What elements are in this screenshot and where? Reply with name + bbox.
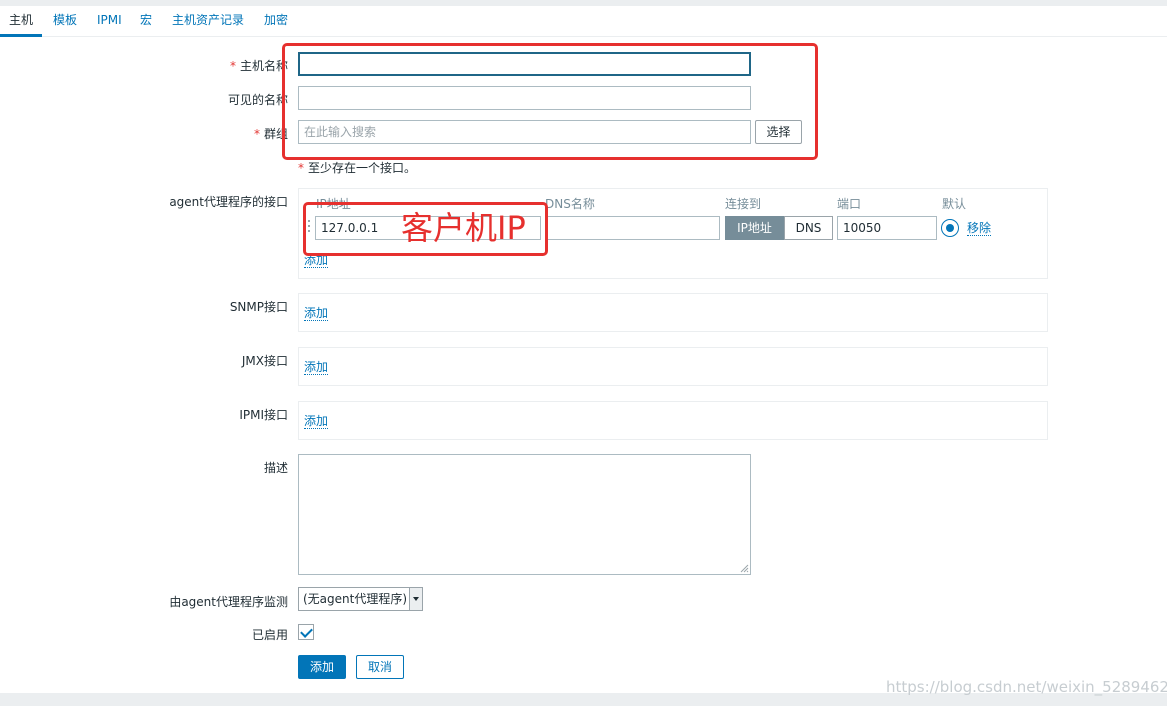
dropdown-arrow-icon bbox=[409, 588, 422, 610]
host-name-label: * 主机名称 bbox=[229, 59, 288, 73]
tab-bar: 主机 模板 IPMI 宏 主机资产记录 加密 bbox=[0, 6, 1167, 37]
tab-templates[interactable]: 模板 bbox=[53, 6, 77, 37]
add-jmx-interface-link[interactable]: 添加 bbox=[304, 360, 329, 375]
enabled-checkbox[interactable] bbox=[298, 624, 314, 640]
column-connect-header: 连接到 bbox=[725, 197, 762, 211]
watermark: https://blog.csdn.net/weixin_52894626 bbox=[886, 678, 1167, 696]
remove-interface-link[interactable]: 移除 bbox=[967, 221, 992, 236]
enabled-label: 已启用 bbox=[251, 628, 288, 642]
connect-dns-toggle[interactable]: DNS bbox=[784, 216, 833, 240]
agent-port-input[interactable]: 10050 bbox=[837, 216, 937, 240]
tab-inventory[interactable]: 主机资产记录 bbox=[172, 6, 244, 37]
agent-interfaces-label: agent代理程序的接口 bbox=[169, 195, 288, 209]
description-textarea[interactable] bbox=[298, 454, 751, 575]
add-host-button[interactable]: 添加 bbox=[298, 655, 346, 679]
agent-dns-input[interactable] bbox=[545, 216, 720, 240]
tab-host[interactable]: 主机 bbox=[0, 6, 43, 37]
tab-encryption[interactable]: 加密 bbox=[264, 6, 288, 37]
interface-note: * 至少存在一个接口。 bbox=[298, 161, 417, 175]
column-dns-header: DNS名称 bbox=[545, 197, 595, 211]
jmx-panel bbox=[298, 347, 1048, 386]
ipmi-label: IPMI接口 bbox=[239, 408, 288, 422]
visible-name-label: 可见的名称 bbox=[227, 93, 288, 107]
add-ipmi-interface-link[interactable]: 添加 bbox=[304, 414, 329, 429]
column-default-header: 默认 bbox=[942, 197, 967, 211]
cancel-button[interactable]: 取消 bbox=[356, 655, 404, 679]
default-interface-radio[interactable] bbox=[941, 219, 959, 237]
proxy-select[interactable]: (无agent代理程序) bbox=[298, 587, 423, 611]
annotation-box-host-fields bbox=[282, 43, 818, 160]
resize-grip-icon[interactable] bbox=[739, 563, 749, 573]
tab-macros[interactable]: 宏 bbox=[140, 6, 152, 37]
description-label: 描述 bbox=[263, 461, 288, 475]
jmx-label: JMX接口 bbox=[241, 354, 288, 368]
add-snmp-interface-link[interactable]: 添加 bbox=[304, 306, 329, 321]
annotation-client-ip-text: 客户机IP bbox=[401, 209, 526, 247]
ipmi-panel bbox=[298, 401, 1048, 440]
snmp-label: SNMP接口 bbox=[229, 300, 288, 314]
snmp-panel bbox=[298, 293, 1048, 332]
monitored-by-label: 由agent代理程序监测 bbox=[169, 595, 288, 609]
column-port-header: 端口 bbox=[837, 197, 862, 211]
proxy-select-value: (无agent代理程序) bbox=[303, 592, 408, 606]
connect-ip-toggle[interactable]: IP地址 bbox=[725, 216, 784, 240]
tab-ipmi[interactable]: IPMI bbox=[97, 6, 122, 37]
